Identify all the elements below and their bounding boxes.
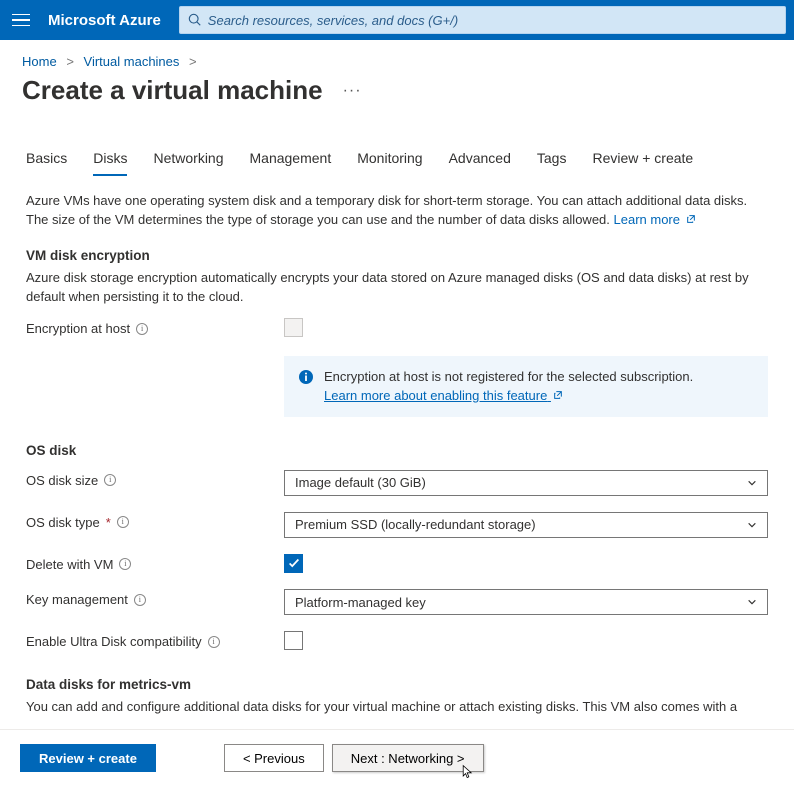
- encryption-learn-more-link[interactable]: Learn more about enabling this feature: [324, 388, 563, 403]
- encryption-at-host-label: Encryption at host: [26, 321, 130, 336]
- data-disks-desc: You can add and configure additional dat…: [26, 698, 768, 717]
- os-disk-size-label: OS disk size: [26, 473, 98, 488]
- delete-with-vm-label: Delete with VM: [26, 557, 113, 572]
- encryption-at-host-checkbox: [284, 318, 303, 337]
- info-icon[interactable]: i: [117, 516, 129, 528]
- ultra-disk-label: Enable Ultra Disk compatibility: [26, 634, 202, 649]
- breadcrumb: Home > Virtual machines >: [0, 40, 794, 73]
- external-link-icon: [686, 214, 696, 224]
- info-icon[interactable]: i: [104, 474, 116, 486]
- tab-bar: Basics Disks Networking Management Monitorin…: [0, 144, 794, 176]
- previous-button[interactable]: < Previous: [224, 744, 324, 772]
- search-icon: [188, 13, 202, 27]
- more-menu-icon[interactable]: ···: [343, 82, 362, 100]
- chevron-down-icon: [747, 520, 757, 530]
- data-disks-heading: Data disks for metrics-vm: [26, 677, 768, 692]
- intro-text: Azure VMs have one operating system disk…: [26, 192, 768, 230]
- info-icon[interactable]: i: [119, 558, 131, 570]
- external-link-icon: [553, 390, 563, 400]
- ultra-disk-checkbox[interactable]: [284, 631, 303, 650]
- global-search[interactable]: [179, 6, 786, 34]
- os-disk-type-label: OS disk type: [26, 515, 100, 530]
- key-management-label: Key management: [26, 592, 128, 607]
- hamburger-menu-icon[interactable]: [12, 10, 32, 30]
- info-icon[interactable]: i: [136, 323, 148, 335]
- tab-review-create[interactable]: Review + create: [592, 144, 693, 176]
- os-disk-type-select[interactable]: Premium SSD (locally-redundant storage): [284, 512, 768, 538]
- tab-basics[interactable]: Basics: [26, 144, 67, 176]
- key-management-select[interactable]: Platform-managed key: [284, 589, 768, 615]
- tab-disks[interactable]: Disks: [93, 144, 127, 176]
- encryption-heading: VM disk encryption: [26, 248, 768, 263]
- top-header: Microsoft Azure: [0, 0, 794, 40]
- breadcrumb-vm[interactable]: Virtual machines: [84, 54, 180, 69]
- chevron-down-icon: [747, 478, 757, 488]
- tab-advanced[interactable]: Advanced: [449, 144, 511, 176]
- review-create-button[interactable]: Review + create: [20, 744, 156, 772]
- chevron-down-icon: [747, 597, 757, 607]
- encryption-desc: Azure disk storage encryption automatica…: [26, 269, 768, 307]
- tab-tags[interactable]: Tags: [537, 144, 567, 176]
- info-icon[interactable]: i: [134, 594, 146, 606]
- next-button[interactable]: Next : Networking >: [332, 744, 484, 772]
- encryption-info-message: Encryption at host is not registered for…: [284, 356, 768, 416]
- os-disk-heading: OS disk: [26, 443, 768, 458]
- intro-learn-more-link[interactable]: Learn more: [614, 212, 696, 227]
- brand-label: Microsoft Azure: [48, 12, 161, 29]
- checkmark-icon: [287, 556, 301, 570]
- footer-bar: Review + create < Previous Next : Networ…: [0, 729, 794, 786]
- info-circle-icon: [298, 369, 314, 385]
- search-input[interactable]: [202, 13, 777, 28]
- delete-with-vm-checkbox[interactable]: [284, 554, 303, 573]
- breadcrumb-home[interactable]: Home: [22, 54, 57, 69]
- tab-monitoring[interactable]: Monitoring: [357, 144, 422, 176]
- tab-networking[interactable]: Networking: [153, 144, 223, 176]
- required-indicator: *: [106, 515, 111, 530]
- os-disk-size-select[interactable]: Image default (30 GiB): [284, 470, 768, 496]
- tab-management[interactable]: Management: [250, 144, 332, 176]
- breadcrumb-separator: >: [60, 54, 80, 69]
- info-icon[interactable]: i: [208, 636, 220, 648]
- page-title: Create a virtual machine: [22, 75, 323, 106]
- breadcrumb-separator: >: [183, 54, 203, 69]
